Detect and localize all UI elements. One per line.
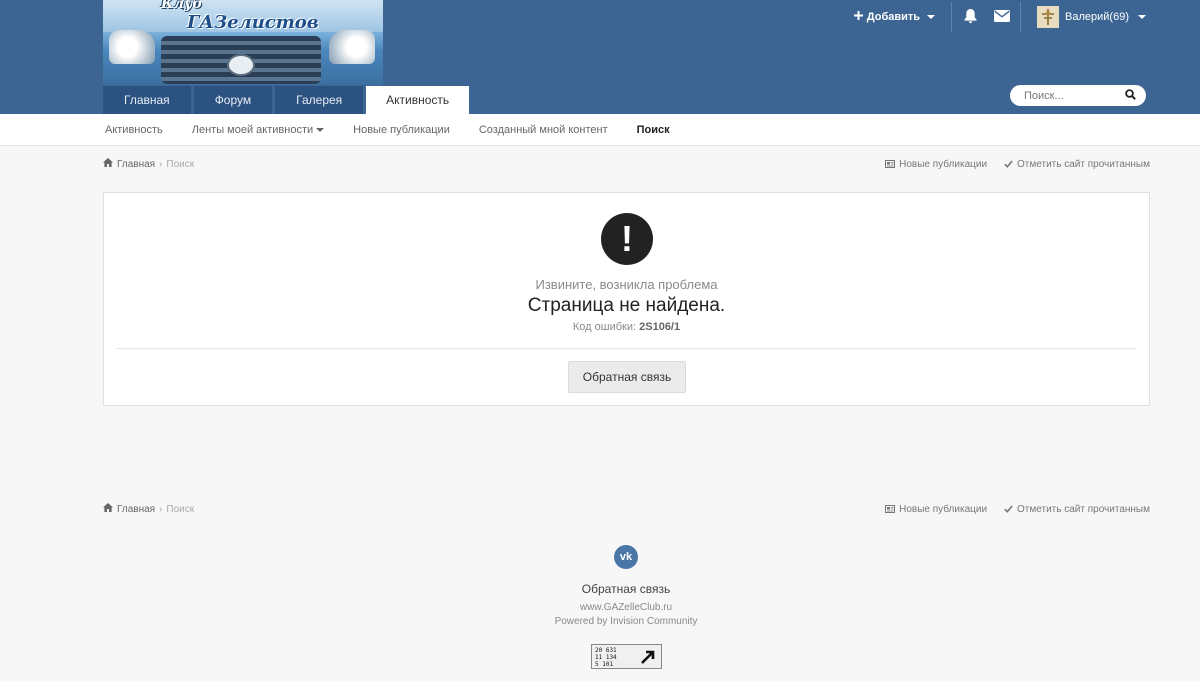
search-box <box>1010 85 1146 106</box>
main-nav: Главная Форум Галерея Активность <box>103 86 470 114</box>
mark-read-label: Отметить сайт прочитанным <box>1017 503 1150 515</box>
subnav-my-content[interactable]: Созданный мной контент <box>479 124 608 136</box>
breadcrumb-current: Поиск <box>166 158 195 170</box>
envelope-icon <box>994 9 1011 25</box>
chevron-right-icon: › <box>159 503 163 515</box>
new-posts-link[interactable]: Новые публикации <box>885 159 987 170</box>
error-code-line: Код ошибки: 2S106/1 <box>104 321 1149 333</box>
tab-activity[interactable]: Активность <box>366 86 470 114</box>
user-menu[interactable]: Валерий(69) <box>1023 6 1146 28</box>
check-icon <box>1004 505 1013 513</box>
divider <box>116 348 1137 349</box>
breadcrumb: Главная › Поиск Новые публикации Отметит… <box>103 157 1150 171</box>
notifications-button[interactable] <box>954 0 986 34</box>
site-header: Клуб ГАЗелистов Добавить Валерий(69) Гла… <box>0 0 1200 114</box>
subnav-new-posts[interactable]: Новые публикации <box>353 124 450 136</box>
exclamation-icon: ! <box>601 213 653 265</box>
visitor-counter[interactable]: 20 631 11 134 5 101 <box>591 644 662 669</box>
error-code-label: Код ошибки: <box>572 321 637 333</box>
breadcrumb-current: Поиск <box>166 503 195 515</box>
mark-read-link[interactable]: Отметить сайт прочитанным <box>1004 504 1150 515</box>
sub-nav: Активность Ленты моей активности Новые п… <box>0 114 1200 146</box>
bell-icon <box>963 8 978 27</box>
subnav-my-streams[interactable]: Ленты моей активности <box>191 123 325 136</box>
footer-powered-by[interactable]: Powered by Invision Community <box>0 616 1200 627</box>
footer-feedback-link[interactable]: Обратная связь <box>0 582 1200 596</box>
messages-button[interactable] <box>986 0 1018 34</box>
logo-text-name: ГАЗелистов <box>187 12 319 33</box>
subnav-search[interactable]: Поиск <box>637 124 670 136</box>
search-icon[interactable] <box>1125 88 1136 103</box>
search-input[interactable] <box>1024 89 1114 102</box>
user-name: Валерий(69) <box>1065 11 1129 23</box>
mark-read-link[interactable]: Отметить сайт прочитанным <box>1004 159 1150 170</box>
divider <box>1020 2 1022 32</box>
counter-line: 11 134 <box>595 654 617 661</box>
logo-emblem <box>227 54 255 76</box>
tab-gallery[interactable]: Галерея <box>275 86 364 114</box>
feedback-button[interactable]: Обратная связь <box>568 361 686 393</box>
chevron-down-icon <box>927 15 936 19</box>
arrow-up-right-icon <box>635 645 661 668</box>
logo-headlight-right <box>329 30 375 64</box>
logo-headlight-left <box>109 30 155 64</box>
subnav-my-streams-label: Ленты моей активности <box>191 123 314 136</box>
error-panel: ! Извините, возникла проблема Страница н… <box>103 192 1150 406</box>
chevron-down-icon <box>316 127 325 132</box>
breadcrumb-home[interactable]: Главная <box>117 504 155 515</box>
footer-site-name: www.GAZelleClub.ru <box>579 602 673 613</box>
site-logo[interactable]: Клуб ГАЗелистов <box>103 0 383 85</box>
counter-numbers: 20 631 11 134 5 101 <box>592 645 635 668</box>
avatar <box>1037 6 1060 28</box>
counter-line: 5 101 <box>595 661 614 668</box>
error-code: 2S106/1 <box>639 321 681 333</box>
new-posts-link[interactable]: Новые публикации <box>885 504 987 515</box>
error-title: Страница не найдена. <box>527 295 726 316</box>
add-button-label: Добавить <box>866 11 921 23</box>
subnav-activity[interactable]: Активность <box>105 124 163 136</box>
chevron-down-icon <box>1138 15 1146 19</box>
breadcrumb-bottom: Главная › Поиск Новые публикации Отметит… <box>103 502 1150 516</box>
plus-icon <box>853 11 863 23</box>
check-icon <box>1004 160 1013 168</box>
divider <box>951 2 953 32</box>
new-posts-label: Новые публикации <box>899 158 988 170</box>
mark-read-label: Отметить сайт прочитанным <box>1017 158 1150 170</box>
newspaper-icon <box>885 505 896 513</box>
vk-icon[interactable]: vk <box>614 545 638 569</box>
chevron-right-icon: › <box>159 158 163 170</box>
user-bar: Добавить Валерий(69) <box>853 0 1146 34</box>
add-button[interactable]: Добавить <box>853 11 949 23</box>
error-sorry-text: Извините, возникла проблема <box>535 277 718 292</box>
home-icon <box>103 503 113 515</box>
home-icon <box>103 158 113 170</box>
logo-text-club: Клуб <box>161 0 203 12</box>
newspaper-icon <box>885 160 896 168</box>
new-posts-label: Новые публикации <box>899 503 988 515</box>
tab-forum[interactable]: Форум <box>193 86 273 114</box>
breadcrumb-home[interactable]: Главная <box>117 159 155 170</box>
tab-home[interactable]: Главная <box>103 86 191 114</box>
counter-line: 20 631 <box>595 647 617 654</box>
